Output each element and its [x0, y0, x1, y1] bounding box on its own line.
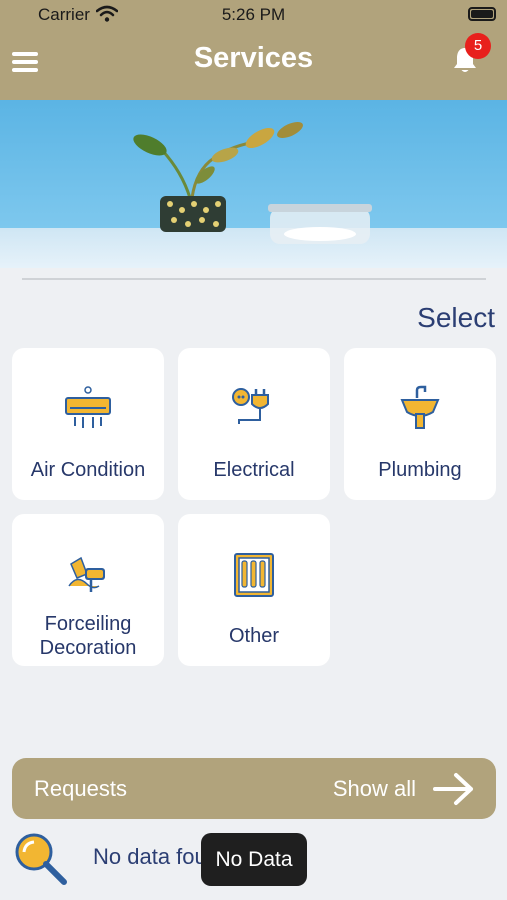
sink-faucet-icon [400, 385, 440, 429]
toast-message: No Data [201, 833, 307, 886]
status-bar: Carrier 5:26 PM [0, 0, 507, 30]
notification-badge: 5 [465, 33, 491, 59]
service-label: Electrical [213, 459, 295, 481]
nav-bar: Services 5 [0, 30, 507, 100]
show-all-link[interactable]: Show all [333, 776, 416, 802]
battery-icon [468, 7, 496, 21]
service-label: Plumbing [378, 459, 462, 481]
service-label-line-1: Forceiling [44, 613, 132, 635]
electrical-plug-icon [232, 388, 269, 424]
page-title: Services [193, 42, 314, 74]
arrow-right-icon[interactable] [432, 772, 476, 806]
search-icon [15, 833, 67, 885]
service-card-forceiling-decoration[interactable]: Forceiling Decoration [12, 514, 164, 666]
service-label: Other [228, 625, 280, 647]
toolbox-icon [234, 553, 274, 597]
paint-roller-icon [68, 556, 105, 592]
divider [22, 278, 486, 280]
service-label: Air Condition [30, 459, 146, 481]
service-label-line-2: Decoration [39, 637, 137, 659]
clock: 5:26 PM [221, 5, 286, 24]
section-title: Select [417, 302, 495, 333]
service-card-other[interactable]: Other [178, 514, 330, 666]
service-card-air-condition[interactable]: Air Condition [12, 348, 164, 500]
air-conditioner-icon [65, 386, 111, 428]
requests-bar[interactable]: Requests Show all [12, 758, 496, 819]
requests-title: Requests [34, 776, 127, 801]
service-card-electrical[interactable]: Electrical [178, 348, 330, 500]
service-card-plumbing[interactable]: Plumbing [344, 348, 496, 500]
hero-banner-image [0, 100, 507, 268]
